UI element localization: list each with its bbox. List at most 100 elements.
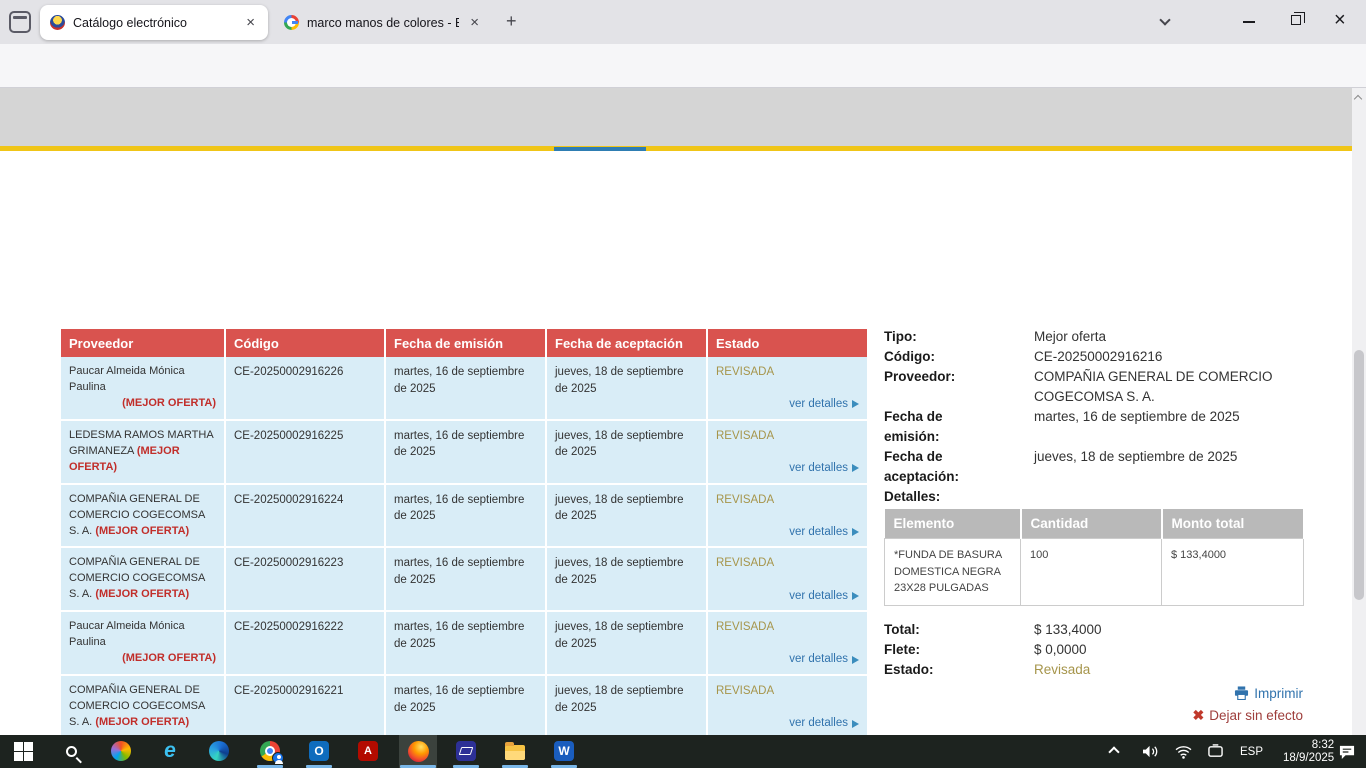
cell-aceptacion: jueves, 18 de septiembre de 2025 [546,547,707,611]
ver-detalles-link[interactable]: ver detalles [789,651,859,668]
firefox-view-icon[interactable] [9,11,31,33]
tab-title: marco manos de colores - Busca [307,16,459,30]
item-elemento: *FUNDA DE BASURA DOMESTICA NEGRA 23X28 P… [885,539,1021,606]
cell-proveedor: COMPAÑIA GENERAL DE COMERCIO COGECOMSA S… [61,484,225,548]
cell-aceptacion: jueves, 18 de septiembre de 2025 [546,420,707,484]
item-monto: $ 133,4000 [1162,539,1304,606]
cell-emision: martes, 16 de septiembre de 2025 [385,484,546,548]
ver-detalles-link[interactable]: ver detalles [789,396,859,413]
tab-strip: Catálogo electrónico × marco manos de co… [0,0,1366,44]
internet-explorer-icon[interactable]: e [159,740,181,762]
tray-chevron-up-icon[interactable] [1110,735,1118,768]
order-row: COMPAÑIA GENERAL DE COMERCIO COGECOMSA S… [61,547,868,611]
mejor-oferta-tag: (MEJOR OFERTA) [95,588,189,600]
order-actions: Imprimir ✖ Dejar sin efecto [884,683,1303,727]
status-badge: REVISADA [716,430,774,442]
estado-value: Revisada [1034,660,1303,680]
cell-emision: martes, 16 de septiembre de 2025 [385,420,546,484]
ver-detalles-link[interactable]: ver detalles [789,460,859,477]
new-tab-button[interactable]: + [506,11,517,32]
detail-field: Código:CE-20250002916216 [884,347,1303,367]
display-cast-icon[interactable] [1207,735,1224,768]
order-row: Paucar Almeida Mónica Paulina (MEJOR OFE… [61,357,868,420]
col-cantidad: Cantidad [1021,509,1162,539]
restore-button[interactable] [1291,15,1301,25]
order-row: LEDESMA RAMOS MARTHA GRIMANEZA (MEJOR OF… [61,420,868,484]
speaker-icon[interactable] [1142,735,1159,768]
order-row: COMPAÑIA GENERAL DE COMERCIO COGECOMSA S… [61,484,868,548]
arrow-right-icon [852,464,859,472]
start-button[interactable] [12,740,34,762]
status-badge: REVISADA [716,494,774,506]
close-window-button[interactable]: × [1334,9,1346,32]
arrow-right-icon [852,656,859,664]
cell-estado: REVISADA ver detalles [707,484,868,548]
detail-field: Tipo:Mejor oferta [884,327,1303,347]
outlook-icon[interactable]: O [308,740,330,762]
chrome-icon[interactable] [259,740,281,762]
tab-list-chevron-icon[interactable] [1159,14,1170,25]
cell-estado: REVISADA ver detalles [707,420,868,484]
cell-codigo: CE-20250002916221 [225,675,385,735]
cell-emision: martes, 16 de septiembre de 2025 [385,547,546,611]
acrobat-icon[interactable]: A [357,740,379,762]
cell-proveedor: Paucar Almeida Mónica Paulina (MEJOR OFE… [61,611,225,675]
clock[interactable]: 8:3218/9/2025 [1283,735,1334,768]
dejar-sin-efecto-link[interactable]: ✖ Dejar sin efecto [1192,705,1303,726]
word-icon[interactable]: W [553,740,575,762]
cell-emision: martes, 16 de septiembre de 2025 [385,675,546,735]
arrow-right-icon [852,592,859,600]
tab-close-icon[interactable]: × [467,14,482,31]
ver-detalles-link[interactable]: ver detalles [789,524,859,541]
orders-table-body: Paucar Almeida Mónica Paulina (MEJOR OFE… [61,357,868,735]
cell-estado: REVISADAver detalles [707,357,868,420]
col-elemento: Elemento [885,509,1021,539]
cell-estado: REVISADA ver detalles [707,547,868,611]
mejor-oferta-tag: (MEJOR OFERTA) [95,525,189,537]
cell-aceptacion: jueves, 18 de septiembre de 2025 [546,484,707,548]
col-proveedor: Proveedor [61,329,225,357]
cell-aceptacion: jueves, 18 de septiembre de 2025 [546,611,707,675]
scanner-app-icon[interactable] [455,740,477,762]
file-explorer-icon[interactable] [504,740,526,762]
language-indicator[interactable]: ESP [1240,735,1263,768]
imprimir-link[interactable]: Imprimir [1234,683,1303,704]
edge-icon[interactable] [208,740,230,762]
orders-table-header-row: Proveedor Código Fecha de emisión Fecha … [61,329,868,357]
cell-codigo: CE-20250002916224 [225,484,385,548]
windows-taskbar [0,735,1366,768]
notification-center-icon[interactable]: 4 [1338,735,1366,768]
minimize-button[interactable] [1243,21,1255,23]
page-content: Proveedor Código Fecha de emisión Fecha … [0,151,1352,735]
status-badge: REVISADA [716,557,774,569]
cell-aceptacion: jueves, 18 de septiembre de 2025 [546,675,707,735]
cell-estado: REVISADAver detalles [707,611,868,675]
cell-aceptacion: jueves, 18 de septiembre de 2025 [546,357,707,420]
wifi-icon[interactable] [1175,735,1192,768]
cell-proveedor: LEDESMA RAMOS MARTHA GRIMANEZA (MEJOR OF… [61,420,225,484]
copilot-icon[interactable] [110,740,132,762]
mejor-oferta-tag: (MEJOR OFERTA) [69,651,216,667]
mejor-oferta-tag: (MEJOR OFERTA) [95,716,189,728]
order-detail-panel: Tipo:Mejor oferta Código:CE-202500029162… [884,327,1303,735]
flete-value: $ 0,0000 [1034,640,1303,660]
col-fecha-emision: Fecha de emisión [385,329,546,357]
detail-field: Detalles: [884,487,1303,507]
detail-field: Proveedor:COMPAÑIA GENERAL DE COMERCIO C… [884,367,1303,407]
tab-google-search[interactable]: marco manos de colores - Busca × [274,5,492,40]
arrow-right-icon [852,528,859,536]
scrollbar-thumb[interactable] [1354,350,1364,600]
firefox-icon[interactable] [407,740,429,762]
site-header: SERCOP CATÁLOGO ELECTRÓNICO ☝ Volver al … [0,88,1366,146]
detail-field: Fecha de emisión:martes, 16 de septiembr… [884,407,1303,447]
ver-detalles-link[interactable]: ver detalles [789,588,859,605]
clock-time: 8:32 [1312,739,1334,751]
cell-proveedor: COMPAÑIA GENERAL DE COMERCIO COGECOMSA S… [61,547,225,611]
tab-close-icon[interactable]: × [243,14,258,31]
mejor-oferta-tag: (MEJOR OFERTA) [69,396,216,412]
taskbar-search-icon[interactable] [60,740,82,762]
ver-detalles-link[interactable]: ver detalles [789,715,859,732]
tab-catalogo[interactable]: Catálogo electrónico × [40,5,268,40]
order-totals: Total:$ 133,4000 Flete:$ 0,0000 Estado:R… [884,620,1303,680]
order-row: Paucar Almeida Mónica Paulina (MEJOR OFE… [61,611,868,675]
